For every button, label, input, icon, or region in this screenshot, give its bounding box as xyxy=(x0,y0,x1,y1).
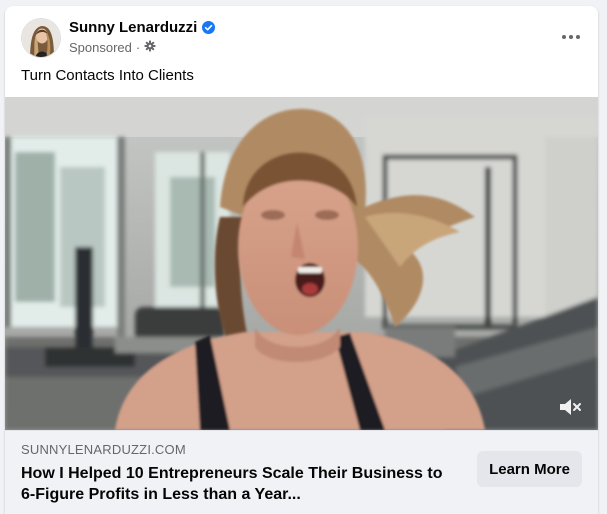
author-name-link[interactable]: Sunny Lenarduzzi xyxy=(69,19,216,36)
muted-speaker-icon[interactable] xyxy=(558,396,584,418)
learn-more-button[interactable]: Learn More xyxy=(477,451,582,487)
post-caption: Turn Contacts Into Clients xyxy=(21,67,194,84)
link-headline[interactable]: How I Helped 10 Entrepreneurs Scale Thei… xyxy=(21,463,461,505)
meta-separator: · xyxy=(135,40,141,55)
sponsored-post-card: Sunny Lenarduzzi Sponsored · Turn Contac… xyxy=(5,6,598,514)
post-video[interactable] xyxy=(5,97,598,430)
more-options-icon[interactable] xyxy=(556,22,586,52)
verified-badge-icon xyxy=(202,21,216,34)
author-avatar[interactable] xyxy=(21,18,61,58)
link-domain: SUNNYLENARDUZZI.COM xyxy=(21,442,186,457)
author-name: Sunny Lenarduzzi xyxy=(69,19,198,36)
post-header: Sunny Lenarduzzi Sponsored · xyxy=(5,6,598,62)
post-meta: Sponsored · xyxy=(69,40,156,55)
link-preview[interactable]: SUNNYLENARDUZZI.COM How I Helped 10 Entr… xyxy=(5,430,598,514)
gear-icon[interactable] xyxy=(144,40,156,55)
sponsored-label[interactable]: Sponsored xyxy=(69,40,132,55)
